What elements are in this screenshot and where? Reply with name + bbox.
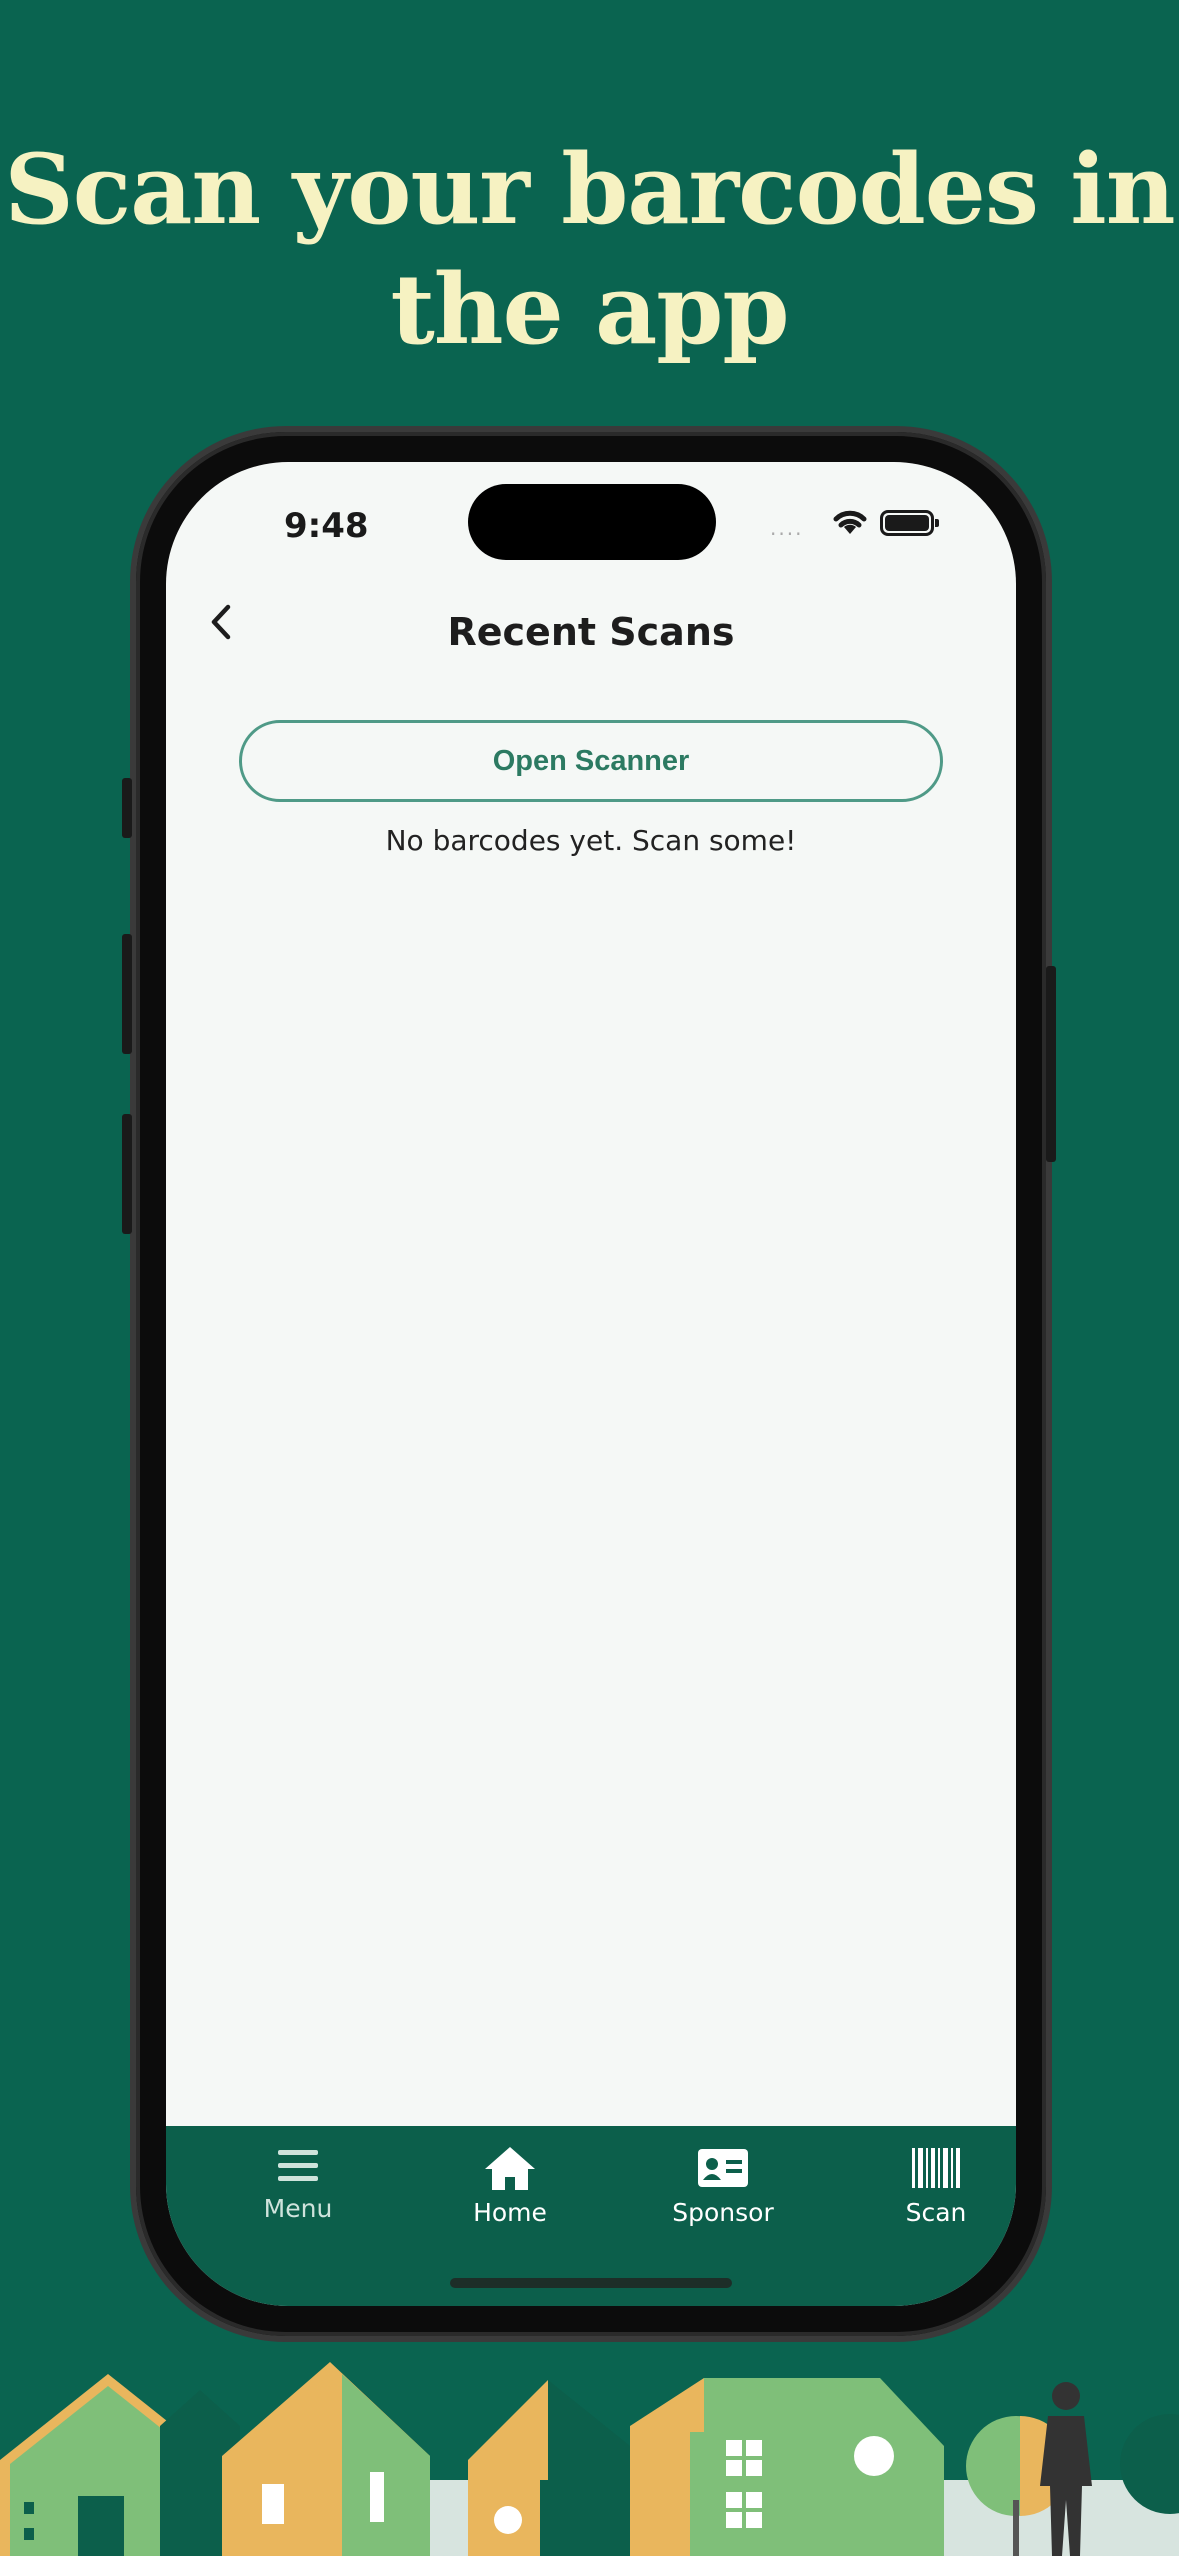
phone-frame: 9:48 ···· Recent Scans Open Scanner No b…: [122, 432, 1056, 2336]
status-time: 9:48: [284, 506, 369, 546]
dynamic-island: [468, 484, 716, 560]
empty-state-message: No barcodes yet. Scan some!: [385, 824, 797, 857]
tab-menu-label: Menu: [263, 2194, 333, 2223]
cellular-signal-icon: ····: [770, 522, 804, 546]
battery-icon: [880, 510, 939, 536]
home-icon: [485, 2147, 535, 2190]
headline: Scan your barcodes in the app: [0, 130, 1179, 370]
barcode-icon: [912, 2148, 960, 2188]
tab-menu[interactable]: Menu: [218, 2144, 378, 2223]
tab-home-label: Home: [473, 2198, 547, 2227]
home-indicator: [450, 2278, 732, 2288]
wifi-icon: [833, 510, 867, 534]
app-screen: 9:48 ···· Recent Scans Open Scanner No b…: [166, 462, 1016, 2306]
silent-switch: [122, 778, 132, 838]
volume-down-button: [122, 1114, 132, 1234]
open-scanner-button[interactable]: Open Scanner: [239, 720, 943, 802]
menu-icon: [278, 2150, 318, 2181]
tab-scan-label: Scan: [905, 2198, 967, 2227]
headline-line-1: Scan your barcodes in: [4, 133, 1175, 246]
tab-sponsor-label: Sponsor: [672, 2198, 774, 2227]
headline-line-2: the app: [390, 253, 789, 366]
tab-scan[interactable]: Scan: [856, 2144, 1016, 2227]
page-title: Recent Scans: [447, 610, 735, 654]
town-illustration: [0, 2362, 1179, 2556]
volume-up-button: [122, 934, 132, 1054]
tab-sponsor[interactable]: Sponsor: [643, 2144, 803, 2227]
tab-home[interactable]: Home: [430, 2144, 590, 2227]
id-card-icon: [698, 2149, 748, 2187]
power-button: [1046, 966, 1056, 1162]
